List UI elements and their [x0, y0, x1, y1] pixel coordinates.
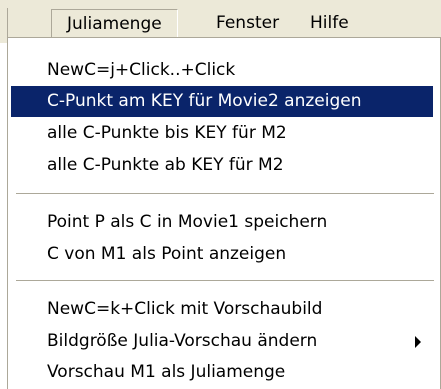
menu-separator — [16, 193, 434, 195]
menu-item-newc-j-click[interactable]: NewC=j+Click..+Click — [11, 55, 433, 86]
juliamenge-dropdown: NewC=j+Click..+Click C-Punkt am KEY für … — [7, 37, 441, 389]
menu-item-alle-c-punkte-bis[interactable]: alle C-Punkte bis KEY für M2 — [11, 118, 433, 149]
menu-separator — [16, 280, 434, 282]
menu-item-c-von-m1-anzeigen[interactable]: C von M1 als Point anzeigen — [11, 239, 433, 270]
menu-item-vorschau-m1[interactable]: Vorschau M1 als Juliamenge — [11, 357, 433, 388]
menu-item-point-p-speichern[interactable]: Point P als C in Movie1 speichern — [11, 207, 433, 238]
menu-item-newc-k-click[interactable]: NewC=k+Click mit Vorschaubild — [11, 294, 433, 325]
menu-fenster[interactable]: Fenster — [216, 9, 279, 37]
menu-item-c-punkt-am-key[interactable]: C-Punkt am KEY für Movie2 anzeigen — [11, 86, 433, 117]
menu-item-bildgroesse-aendern[interactable]: Bildgröße Julia-Vorschau ändern — [11, 326, 433, 357]
menu-item-alle-c-punkte-ab[interactable]: alle C-Punkte ab KEY für M2 — [11, 150, 433, 181]
menu-item-label: Bildgröße Julia-Vorschau ändern — [47, 331, 318, 351]
submenu-arrow-icon — [415, 336, 421, 348]
menu-juliamenge[interactable]: Juliamenge — [51, 9, 178, 37]
menu-hilfe[interactable]: Hilfe — [310, 9, 349, 37]
